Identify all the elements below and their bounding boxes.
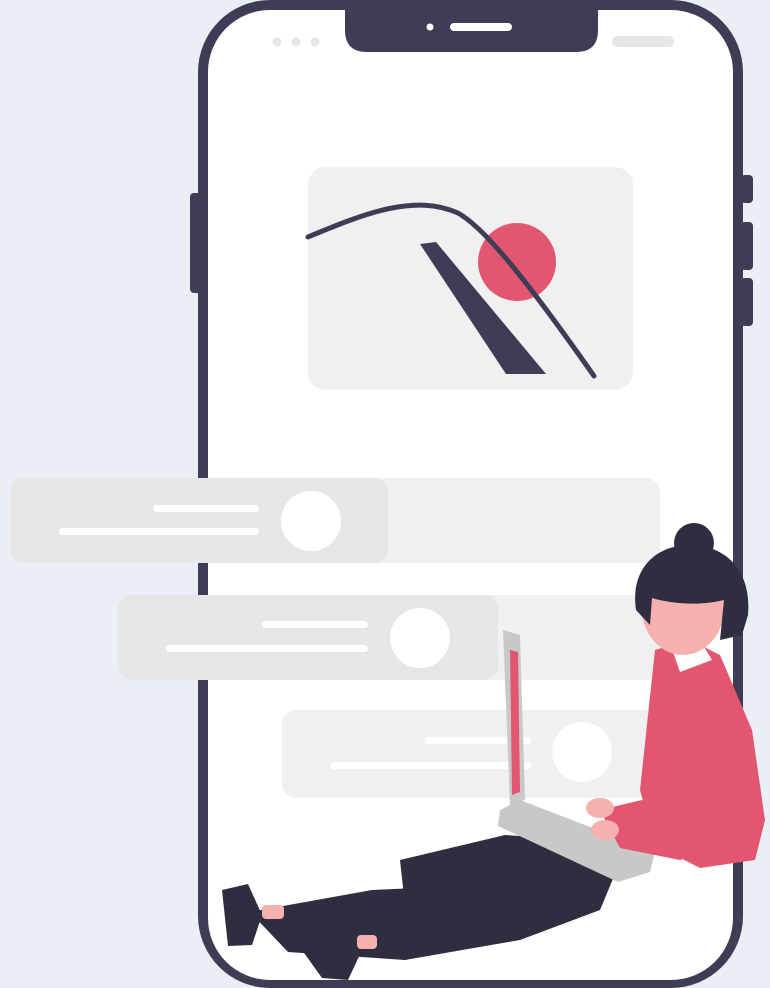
message-card-1 xyxy=(10,478,660,563)
camera-icon xyxy=(426,23,434,31)
message-card-3 xyxy=(282,710,662,798)
battery-indicator xyxy=(612,36,674,47)
sun-icon xyxy=(478,223,556,301)
status-dot xyxy=(272,37,282,47)
status-bar-dots xyxy=(272,37,320,47)
hair-bun xyxy=(674,523,714,563)
avatar xyxy=(390,608,450,668)
avatar xyxy=(552,722,612,782)
illustration-canvas xyxy=(0,0,770,988)
hand xyxy=(586,798,614,818)
speaker-grill xyxy=(450,23,512,31)
text-line xyxy=(166,645,368,652)
image-card-background xyxy=(308,167,633,390)
hand xyxy=(591,820,619,840)
text-line xyxy=(153,505,259,512)
text-line xyxy=(59,528,259,535)
text-line xyxy=(262,621,368,628)
illustration-svg xyxy=(10,0,765,988)
avatar xyxy=(281,491,341,551)
message-card-2 xyxy=(118,595,663,680)
ankle xyxy=(262,905,284,919)
status-dot xyxy=(291,37,301,47)
ankle xyxy=(357,935,377,949)
image-card xyxy=(305,167,633,390)
text-line xyxy=(330,762,532,769)
status-dot xyxy=(310,37,320,47)
